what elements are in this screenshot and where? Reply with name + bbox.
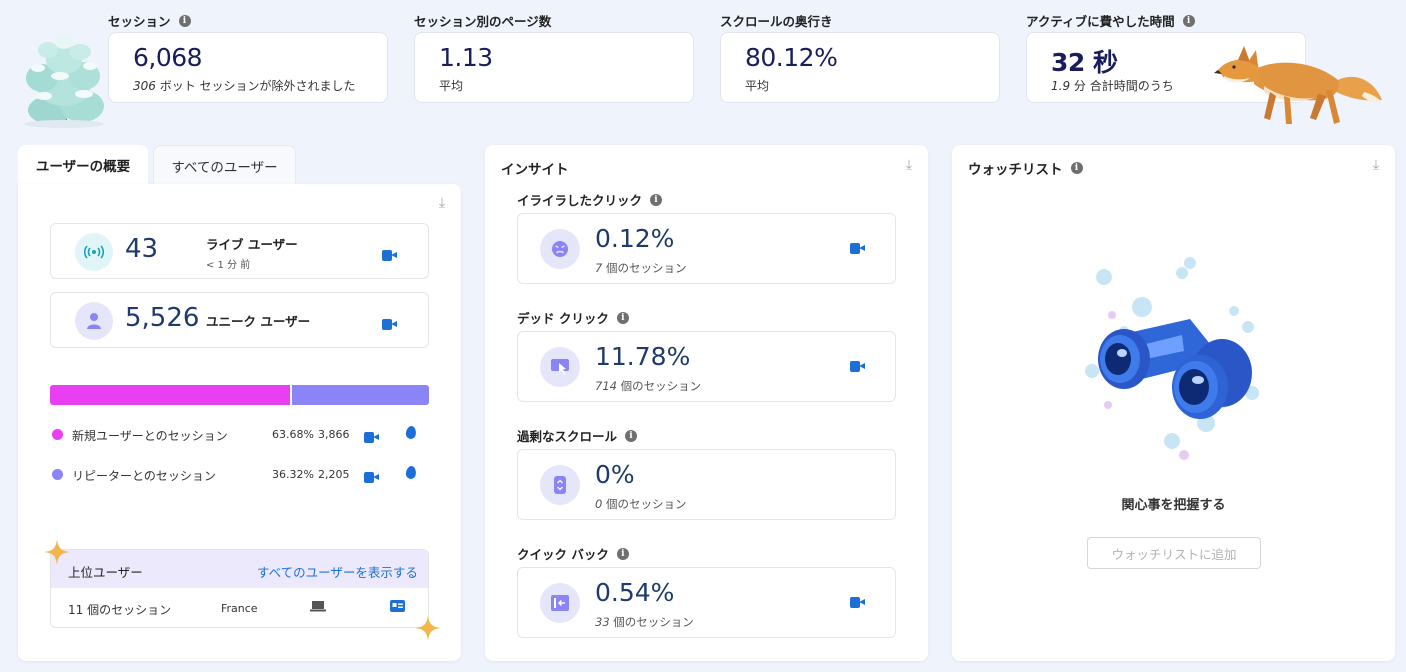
top-users-table: 上位ユーザー すべてのユーザーを表示する 11 個のセッション France: [50, 549, 429, 628]
fox-illustration: [1214, 46, 1382, 124]
insight-subtext: 33 個のセッション: [595, 615, 694, 629]
legend-row-new: 新規ユーザーとのセッション 63.68% 3,866: [50, 424, 429, 444]
metric-card-scroll-depth: 80.12% 平均: [720, 32, 1000, 103]
add-to-watchlist-button[interactable]: ウォッチリストに追加: [1087, 537, 1261, 569]
row-sessions: 11 個のセッション: [68, 603, 172, 617]
unique-users-card: 5,526 ユニーク ユーザー: [50, 292, 429, 348]
metric-label-scroll-depth: スクロールの奥行き: [720, 14, 833, 29]
legend-pct: 63.68%: [272, 428, 314, 441]
info-icon[interactable]: i: [650, 193, 663, 206]
insights-panel: インサイト ⤓ イライラしたクリック i 0.12% 7 個のセッション デッド …: [485, 145, 928, 661]
view-all-users-link[interactable]: すべてのユーザーを表示する: [257, 562, 418, 581]
video-icon[interactable]: [382, 250, 397, 261]
metric-value: 80.12%: [745, 43, 838, 72]
insight-card-excessive-scroll[interactable]: 0% 0 個のセッション: [517, 449, 896, 520]
metric-value: 6,068: [133, 43, 203, 72]
snowy-tree-illustration: [24, 35, 104, 128]
insight-subtext: 0 個のセッション: [595, 497, 687, 511]
watchlist-title: ウォッチリスト i: [968, 158, 1083, 178]
legend-row-returning: リピーターとのセッション 36.32% 2,205: [50, 464, 429, 484]
live-users-label: ライブ ユーザー: [206, 237, 298, 252]
user-icon: [75, 302, 113, 340]
sparkle-icon: [44, 539, 70, 565]
download-icon[interactable]: ⤓: [902, 158, 916, 172]
tab-user-overview[interactable]: ユーザーの概要: [18, 145, 148, 185]
info-icon[interactable]: i: [616, 311, 629, 324]
angry-face-icon: [540, 229, 580, 269]
insight-value: 0.54%: [595, 578, 675, 607]
insights-title: インサイト: [501, 162, 569, 178]
insight-label: クイック バック i: [517, 544, 629, 563]
watchlist-panel: ウォッチリスト i ⤓ 関心事を把握する ウォッチリストに追加: [952, 145, 1395, 661]
sparkle-icon: [415, 615, 441, 641]
info-icon[interactable]: i: [625, 429, 638, 442]
unique-users-value: 5,526: [125, 303, 200, 333]
table-row[interactable]: 11 個のセッション France: [51, 588, 428, 627]
new-users-bar: [50, 385, 290, 405]
info-icon[interactable]: i: [616, 547, 629, 560]
metric-subtext: 平均: [745, 79, 770, 93]
binoculars-illustration: [1085, 257, 1259, 460]
live-users-sub: < 1 分 前: [206, 260, 251, 271]
metric-label-pages-per-session: セッション別のページ数: [414, 14, 552, 29]
video-icon[interactable]: [364, 432, 379, 443]
live-signal-icon: [75, 233, 113, 271]
insight-label: 過剰なスクロール i: [517, 426, 638, 445]
insight-label: デッド クリック i: [517, 308, 629, 327]
metric-card-sessions: 6,068 306 ボット セッションが除外されました: [108, 32, 388, 103]
insight-card-dead-clicks[interactable]: 11.78% 714 個のセッション: [517, 331, 896, 402]
info-icon[interactable]: i: [1070, 162, 1083, 174]
legend-count: 2,205: [318, 468, 350, 481]
metric-value: 1.13: [439, 43, 493, 72]
scroll-icon: [540, 465, 580, 505]
live-users-value: 43: [125, 234, 159, 264]
download-icon[interactable]: ⤓: [1369, 158, 1383, 172]
legend-pct: 36.32%: [272, 468, 314, 481]
user-overview-panel: ⤓ 43 ライブ ユーザー < 1 分 前 5,526 ユニーク ユーザー 新規…: [18, 184, 461, 661]
video-icon[interactable]: [382, 319, 397, 330]
insight-subtext: 7 個のセッション: [595, 261, 687, 275]
video-icon[interactable]: [850, 243, 865, 254]
info-icon[interactable]: i: [1182, 14, 1195, 27]
returning-users-dot: [52, 469, 63, 480]
tab-all-users[interactable]: すべてのユーザー: [153, 145, 296, 185]
metric-label-sessions: セッション i: [108, 11, 191, 30]
top-users-title: 上位ユーザー: [68, 565, 143, 580]
heatmap-icon[interactable]: [405, 425, 417, 440]
legend-label: リピーターとのセッション: [72, 469, 216, 483]
insight-value: 0%: [595, 460, 635, 489]
insight-card-rage-clicks[interactable]: 0.12% 7 個のセッション: [517, 213, 896, 284]
insight-subtext: 714 個のセッション: [595, 379, 702, 393]
legend-count: 3,866: [318, 428, 350, 441]
desktop-icon: [310, 601, 326, 612]
metric-card-pages-per-session: 1.13 平均: [414, 32, 694, 103]
row-country: France: [221, 602, 258, 615]
metric-label-active-time: アクティブに費やした時間 i: [1026, 11, 1195, 30]
unique-users-label: ユニーク ユーザー: [206, 314, 311, 329]
live-users-card: 43 ライブ ユーザー < 1 分 前: [50, 223, 429, 279]
metric-subtext: 306 ボット セッションが除外されました: [133, 79, 356, 93]
insight-value: 11.78%: [595, 342, 691, 371]
dead-click-icon: [540, 347, 580, 387]
metric-value: 32 秒: [1051, 48, 1118, 77]
video-icon[interactable]: [850, 597, 865, 608]
legend-label: 新規ユーザーとのセッション: [72, 429, 228, 443]
video-icon[interactable]: [850, 361, 865, 372]
metric-subtext: 1.9 分 合計時間のうち: [1051, 79, 1174, 93]
returning-users-bar: [292, 385, 429, 405]
insight-label: イライラしたクリック i: [517, 190, 663, 209]
info-icon[interactable]: i: [178, 14, 191, 27]
download-icon[interactable]: ⤓: [435, 196, 449, 210]
heatmap-icon[interactable]: [405, 465, 417, 480]
top-users-header: 上位ユーザー すべてのユーザーを表示する: [51, 550, 428, 588]
insight-card-quick-back[interactable]: 0.54% 33 個のセッション: [517, 567, 896, 638]
metric-subtext: 平均: [439, 79, 464, 93]
quick-back-icon: [540, 583, 580, 623]
user-split-bar: [50, 385, 429, 405]
video-icon[interactable]: [364, 472, 379, 483]
watchlist-empty-title: 関心事を把握する: [1121, 498, 1226, 513]
user-details-icon[interactable]: [390, 600, 405, 612]
insight-value: 0.12%: [595, 224, 675, 253]
new-users-dot: [52, 429, 63, 440]
